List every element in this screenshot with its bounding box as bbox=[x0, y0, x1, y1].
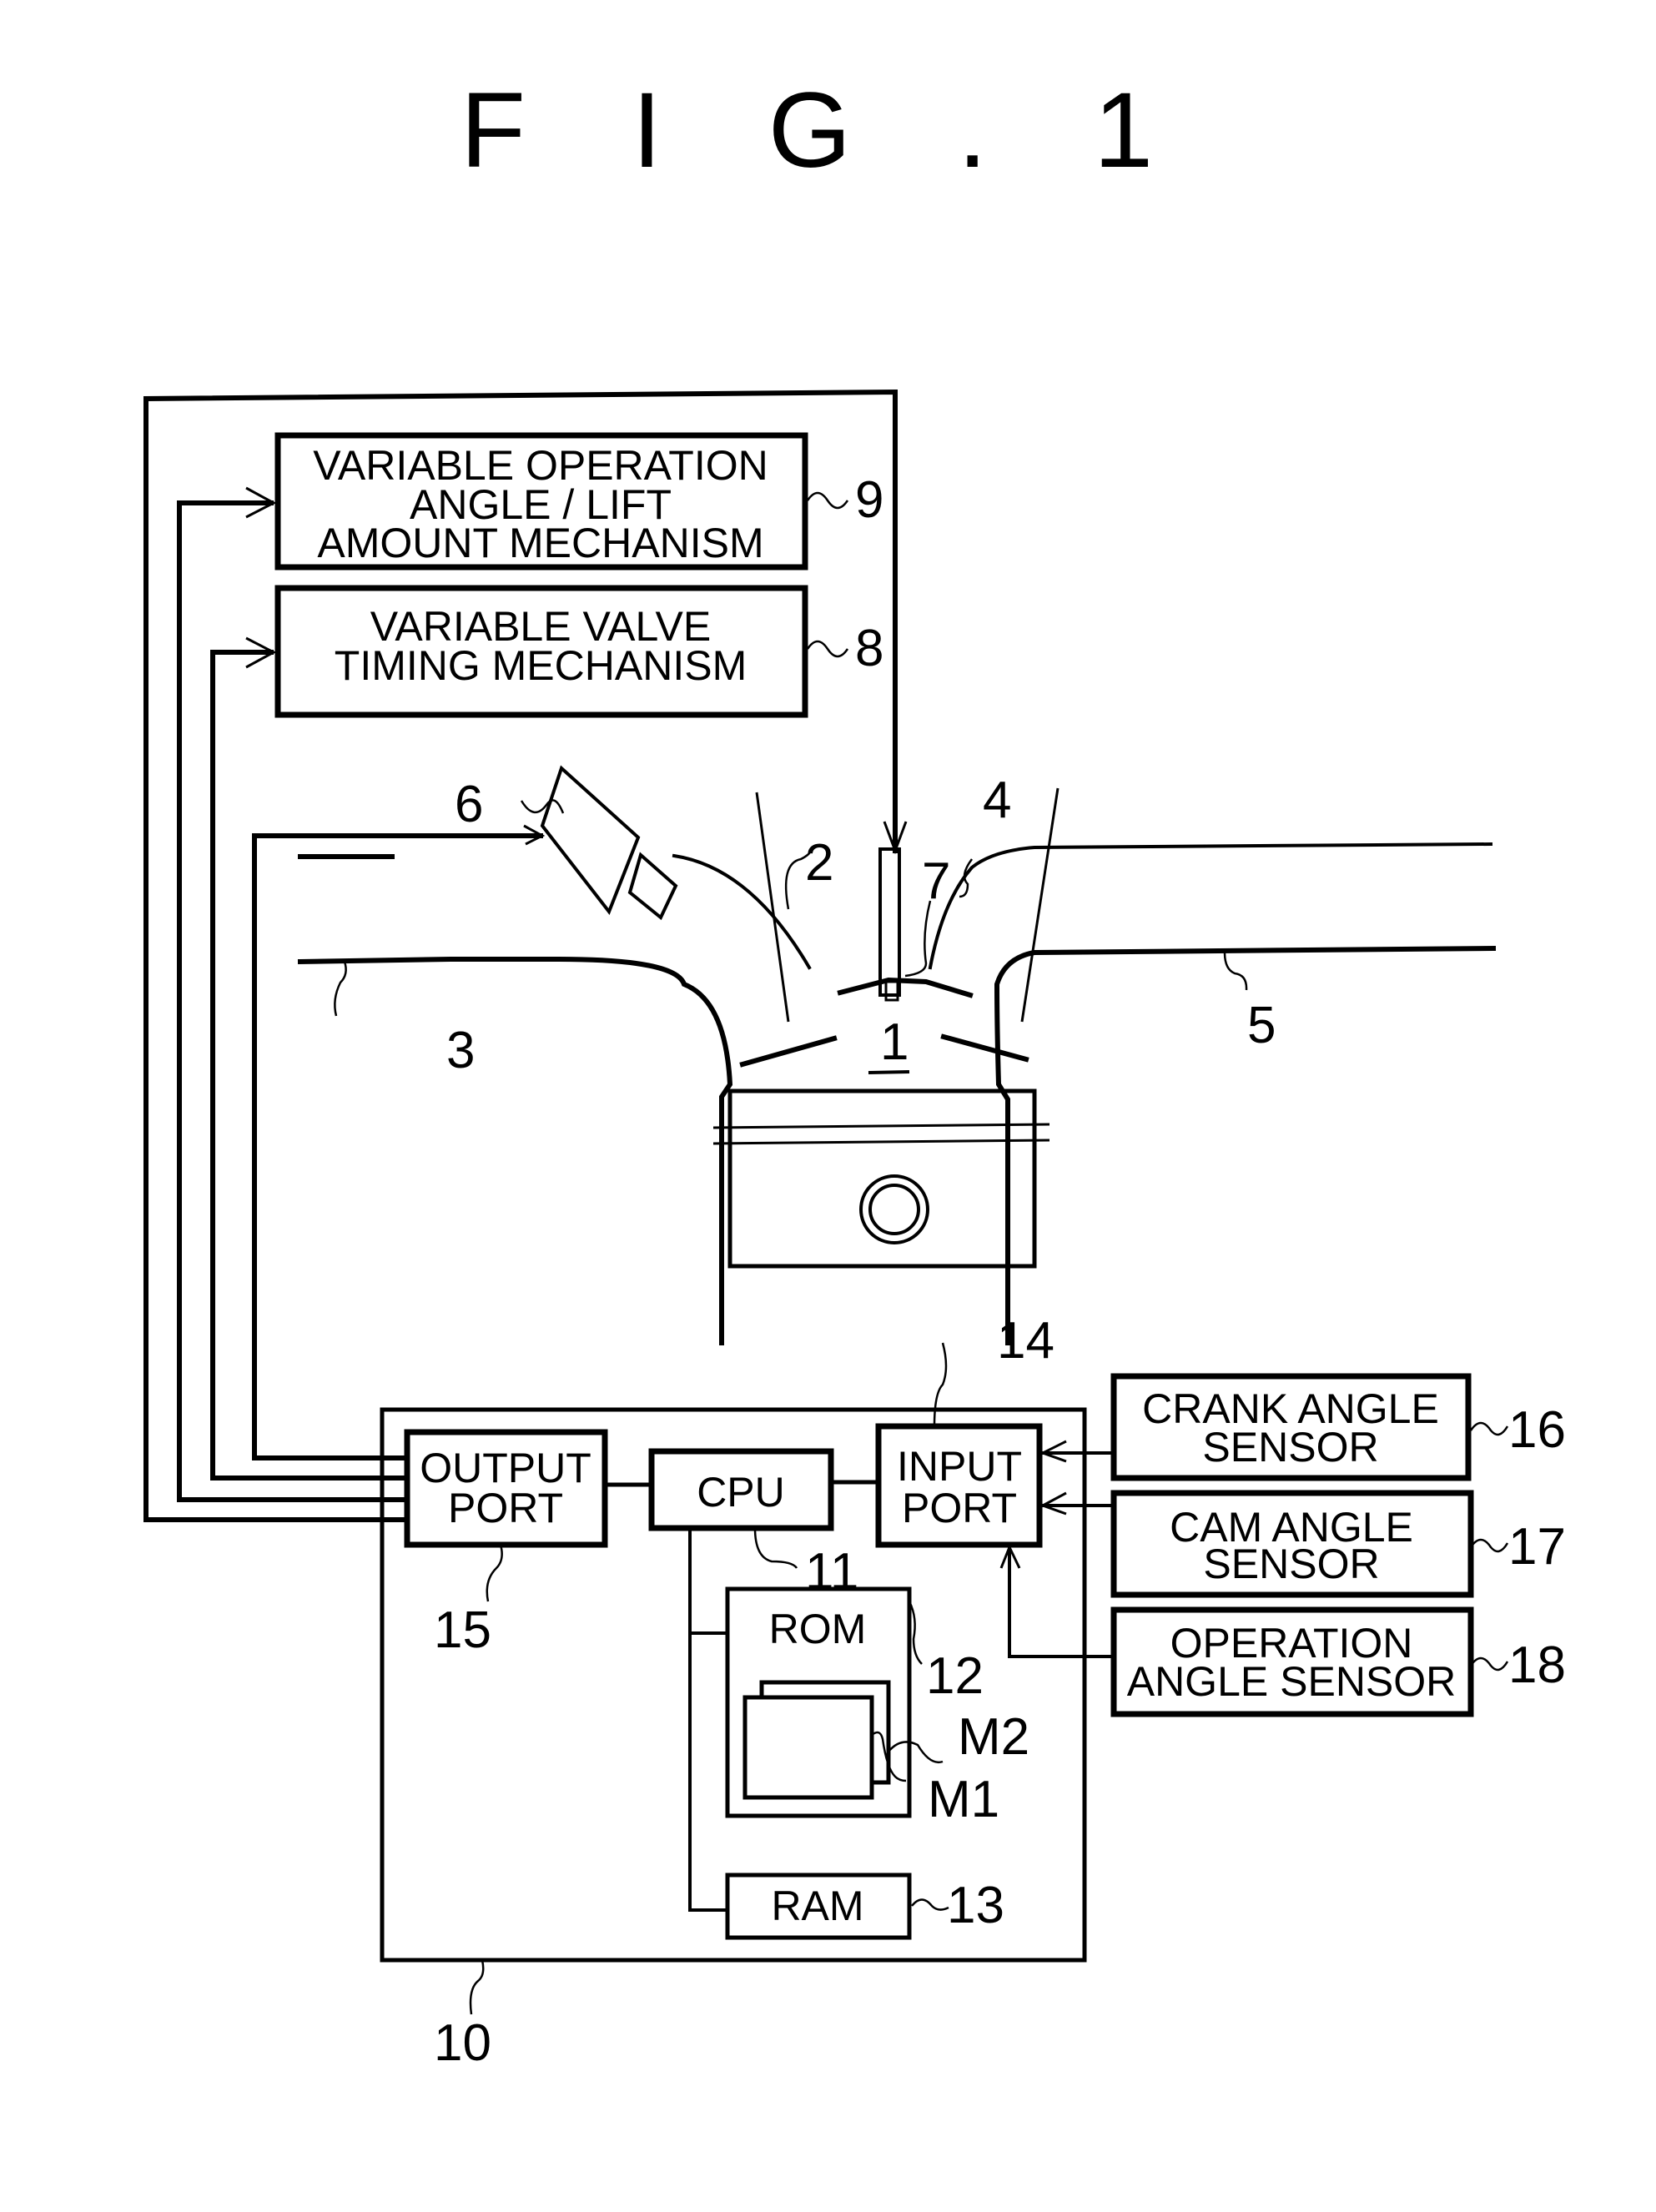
fig1-diagram: F I G . 1 VARIABLE OPERATION ANGLE / LIF… bbox=[143, 71, 1566, 2072]
ref-8: 8 bbox=[855, 620, 883, 677]
figure-title: F I G . 1 bbox=[461, 71, 1191, 190]
ram-label: RAM bbox=[771, 1883, 863, 1929]
ref-13: 13 bbox=[947, 1877, 1004, 1934]
arrow-cam-icon bbox=[1039, 1491, 1067, 1516]
ref-1-underline bbox=[868, 1069, 910, 1075]
ref-17: 17 bbox=[1508, 1518, 1566, 1576]
cpu: CPU bbox=[648, 1448, 834, 1531]
input-port: INPUT PORT bbox=[875, 1423, 1043, 1548]
leader-15 bbox=[486, 1544, 503, 1602]
leader-16 bbox=[1469, 1421, 1509, 1436]
leader-8 bbox=[806, 640, 849, 658]
leader-3 bbox=[334, 961, 347, 1017]
output-port-line2: PORT bbox=[448, 1485, 563, 1531]
crank-sensor-line2: SENSOR bbox=[1202, 1424, 1378, 1470]
leader-18 bbox=[1469, 1656, 1509, 1672]
variable-valve-timing-mechanism: VARIABLE VALVE TIMING MECHANISM bbox=[274, 585, 808, 718]
ref-12: 12 bbox=[926, 1647, 984, 1705]
ram: RAM bbox=[725, 1873, 912, 1940]
ref-16: 16 bbox=[1508, 1401, 1566, 1459]
ref-15: 15 bbox=[434, 1601, 491, 1659]
cam-angle-sensor: CAM ANGLE SENSOR bbox=[1110, 1490, 1474, 1598]
leader-7 bbox=[904, 900, 932, 978]
wire-to-injector bbox=[252, 833, 543, 1460]
rom-label: ROM bbox=[769, 1606, 867, 1652]
ref-7: 7 bbox=[922, 852, 950, 910]
mech8-line2: TIMING MECHANISM bbox=[335, 642, 747, 689]
ref-2: 2 bbox=[805, 834, 833, 892]
crank-angle-sensor: CRANK ANGLE SENSOR bbox=[1110, 1373, 1472, 1481]
memory-bus bbox=[688, 1526, 727, 1912]
leader-9 bbox=[806, 491, 849, 510]
cpu-label: CPU bbox=[697, 1469, 785, 1516]
ref-14: 14 bbox=[997, 1312, 1055, 1370]
ref-9: 9 bbox=[855, 471, 883, 529]
wire-to-mech8 bbox=[210, 650, 410, 1481]
ref-1: 1 bbox=[880, 1013, 909, 1071]
ref-18: 18 bbox=[1508, 1636, 1566, 1694]
input-port-line1: INPUT bbox=[897, 1443, 1022, 1490]
ref-4: 4 bbox=[983, 772, 1011, 829]
fuel-injector bbox=[540, 765, 678, 921]
ref-m1: M1 bbox=[928, 1771, 999, 1828]
map-m1 bbox=[742, 1695, 874, 1800]
ref-6: 6 bbox=[455, 776, 483, 833]
variable-operation-angle-lift-mechanism: VARIABLE OPERATION ANGLE / LIFT AMOUNT M… bbox=[274, 432, 808, 571]
ref-3: 3 bbox=[446, 1022, 475, 1079]
ref-10: 10 bbox=[434, 2014, 491, 2072]
input-port-line2: PORT bbox=[902, 1485, 1017, 1531]
op-sensor-line2: ANGLE SENSOR bbox=[1127, 1658, 1457, 1705]
leader-13 bbox=[911, 1898, 949, 1911]
operation-angle-sensor: OPERATION ANGLE SENSOR bbox=[1110, 1606, 1474, 1717]
leader-14 bbox=[933, 1342, 948, 1427]
leader-11 bbox=[753, 1527, 798, 1569]
wire-op-angle-sensor bbox=[1008, 1546, 1115, 1658]
rom: ROM bbox=[725, 1586, 912, 1818]
ref-5: 5 bbox=[1247, 997, 1276, 1054]
mech9-line3: AMOUNT MECHANISM bbox=[317, 520, 763, 566]
leader-5 bbox=[1223, 952, 1248, 991]
ref-m2: M2 bbox=[958, 1708, 1029, 1766]
output-port: OUTPUT PORT bbox=[404, 1429, 608, 1548]
cam-sensor-line2: SENSOR bbox=[1203, 1541, 1379, 1587]
leader-17 bbox=[1469, 1538, 1509, 1553]
leader-10 bbox=[469, 1959, 485, 2015]
